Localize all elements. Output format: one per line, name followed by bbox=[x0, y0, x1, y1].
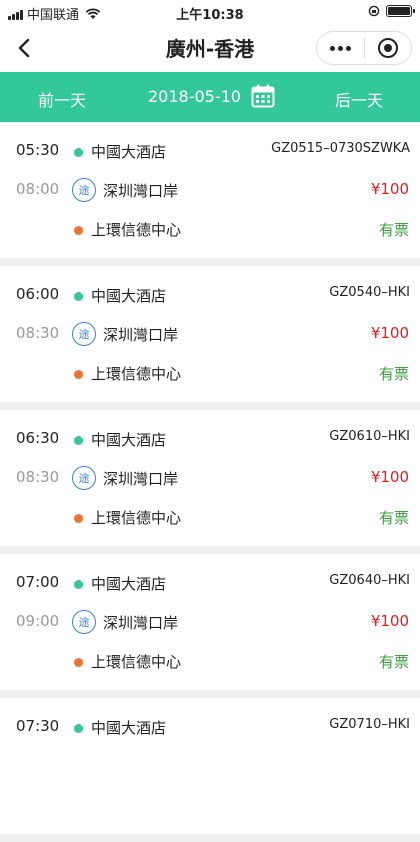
route-code: GZ0540–HKI bbox=[329, 285, 410, 300]
prev-day-button[interactable]: 前一天 bbox=[38, 87, 86, 111]
trip-departure-row: 06:00 中國大酒店 GZ0540–HKI bbox=[0, 280, 420, 310]
via-stop: 深圳灣口岸 bbox=[103, 326, 179, 344]
next-day-button[interactable]: 后一天 bbox=[335, 87, 383, 111]
destination-stop: 上環信德中心 bbox=[91, 509, 182, 527]
date-label: 2018-05-10 bbox=[148, 86, 241, 106]
origin-stop: 中國大酒店 bbox=[91, 431, 167, 449]
trip-list: 05:30 中國大酒店 GZ0515–0730SZWKA 08:00 途 深圳灣… bbox=[0, 122, 420, 842]
origin-dot-icon bbox=[74, 724, 83, 733]
trip-card[interactable]: 07:00 中國大酒店 GZ0640–HKI 09:00 途 深圳灣口岸 ¥10… bbox=[0, 554, 420, 690]
departure-time: 07:00 bbox=[16, 573, 60, 591]
departure-time: 06:30 bbox=[16, 429, 60, 447]
arrival-time: 09:00 bbox=[16, 612, 60, 630]
route-code: GZ0640–HKI bbox=[329, 573, 410, 588]
trip-departure-row: 07:00 中國大酒店 GZ0640–HKI bbox=[0, 568, 420, 598]
trip-destination-row: 上環信德中心 有票 bbox=[0, 646, 420, 676]
origin-stop: 中國大酒店 bbox=[91, 143, 167, 161]
trip-card[interactable]: 06:30 中國大酒店 GZ0610–HKI 08:30 途 深圳灣口岸 ¥10… bbox=[0, 410, 420, 546]
via-stop: 深圳灣口岸 bbox=[103, 614, 179, 632]
trip-destination-row: 上環信德中心 有票 bbox=[0, 214, 420, 244]
origin-stop: 中國大酒店 bbox=[91, 287, 167, 305]
mini-program-capsule bbox=[316, 31, 412, 65]
status-bar: 中国联通 上午10:38 bbox=[0, 0, 420, 24]
origin-dot-icon bbox=[74, 580, 83, 589]
route-code: GZ0515–0730SZWKA bbox=[271, 141, 410, 156]
trip-departure-row: 06:30 中國大酒店 GZ0610–HKI bbox=[0, 424, 420, 454]
destination-stop: 上環信德中心 bbox=[91, 653, 182, 671]
destination-stop: 上環信德中心 bbox=[91, 365, 182, 383]
origin-stop: 中國大酒店 bbox=[91, 719, 167, 737]
price: ¥100 bbox=[370, 180, 409, 198]
nav-bar: 廣州-香港 bbox=[0, 24, 420, 72]
via-badge-icon: 途 bbox=[72, 610, 96, 634]
departure-time: 07:30 bbox=[16, 717, 60, 735]
arrival-time: 08:00 bbox=[16, 180, 60, 198]
price: ¥100 bbox=[370, 612, 409, 630]
trip-card[interactable]: 06:00 中國大酒店 GZ0540–HKI 08:30 途 深圳灣口岸 ¥10… bbox=[0, 266, 420, 402]
battery-icon bbox=[386, 5, 415, 17]
trip-destination-row: 上環信德中心 有票 bbox=[0, 358, 420, 388]
price: ¥100 bbox=[370, 468, 409, 486]
trip-via-row: 09:00 途 深圳灣口岸 ¥100 bbox=[0, 607, 420, 637]
trip-via-row: 08:00 途 深圳灣口岸 ¥100 bbox=[0, 175, 420, 205]
target-icon bbox=[377, 38, 398, 58]
trip-card[interactable]: 07:30 中國大酒店 GZ0710–HKI bbox=[0, 698, 420, 834]
availability-status: 有票 bbox=[378, 365, 409, 383]
route-code: GZ0610–HKI bbox=[329, 429, 410, 444]
route-code: GZ0710–HKI bbox=[329, 717, 410, 732]
trip-destination-row: 上環信德中心 有票 bbox=[0, 502, 420, 532]
destination-dot-icon bbox=[74, 370, 83, 379]
availability-status: 有票 bbox=[378, 509, 409, 527]
arrival-time: 08:30 bbox=[16, 324, 60, 342]
status-right bbox=[368, 5, 415, 17]
destination-dot-icon bbox=[74, 226, 83, 235]
origin-stop: 中國大酒店 bbox=[91, 575, 167, 593]
date-bar: 前一天 2018-05-10 后一天 bbox=[0, 72, 420, 122]
departure-time: 06:00 bbox=[16, 285, 60, 303]
destination-stop: 上環信德中心 bbox=[91, 221, 182, 239]
price: ¥100 bbox=[370, 324, 409, 342]
rotation-lock-icon bbox=[368, 5, 380, 17]
status-time: 上午10:38 bbox=[176, 8, 244, 23]
availability-status: 有票 bbox=[378, 653, 409, 671]
via-stop: 深圳灣口岸 bbox=[103, 182, 179, 200]
availability-status: 有票 bbox=[378, 221, 409, 239]
via-stop: 深圳灣口岸 bbox=[103, 470, 179, 488]
date-picker[interactable]: 2018-05-10 bbox=[148, 84, 275, 108]
arrival-time: 08:30 bbox=[16, 468, 60, 486]
trip-departure-row: 05:30 中國大酒店 GZ0515–0730SZWKA bbox=[0, 136, 420, 166]
more-dots-icon bbox=[329, 45, 351, 51]
origin-dot-icon bbox=[74, 292, 83, 301]
trip-via-row: 08:30 途 深圳灣口岸 ¥100 bbox=[0, 463, 420, 493]
trip-departure-row: 07:30 中國大酒店 GZ0710–HKI bbox=[0, 712, 420, 742]
destination-dot-icon bbox=[74, 658, 83, 667]
via-badge-icon: 途 bbox=[72, 322, 96, 346]
via-badge-icon: 途 bbox=[72, 178, 96, 202]
origin-dot-icon bbox=[74, 148, 83, 157]
close-button[interactable] bbox=[365, 32, 412, 64]
via-badge-icon: 途 bbox=[72, 466, 96, 490]
trip-via-row: 08:30 途 深圳灣口岸 ¥100 bbox=[0, 319, 420, 349]
departure-time: 05:30 bbox=[16, 141, 60, 159]
origin-dot-icon bbox=[74, 436, 83, 445]
destination-dot-icon bbox=[74, 514, 83, 523]
trip-card[interactable]: 05:30 中國大酒店 GZ0515–0730SZWKA 08:00 途 深圳灣… bbox=[0, 122, 420, 258]
more-button[interactable] bbox=[317, 32, 364, 64]
calendar-icon bbox=[251, 84, 275, 108]
